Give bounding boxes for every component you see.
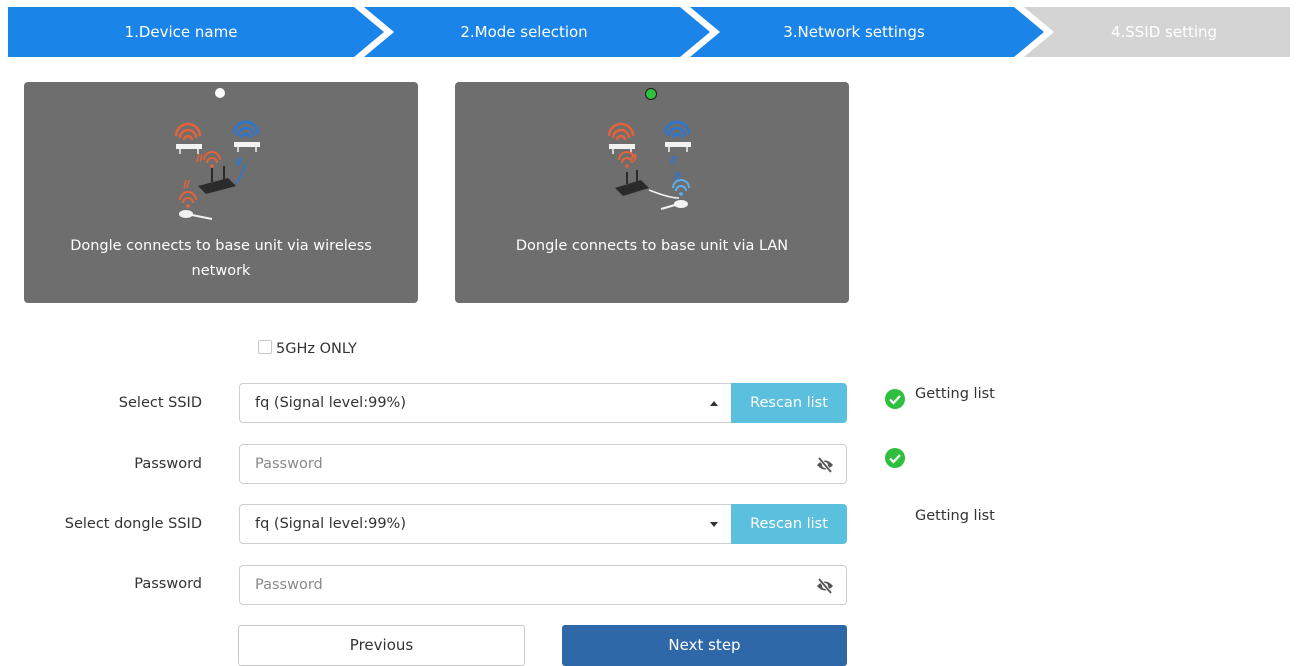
ssid-label: Select SSID	[118, 395, 202, 411]
ssid-status: Getting list	[915, 386, 995, 402]
previous-button[interactable]: Previous	[238, 625, 525, 666]
step-3-label[interactable]: 3.Network settings	[694, 7, 1014, 57]
check-circle-icon	[885, 389, 905, 409]
step-2-label[interactable]: 2.Mode selection	[364, 7, 684, 57]
five-ghz-label: 5GHz ONLY	[276, 341, 357, 357]
dongle-ssid-label: Select dongle SSID	[64, 516, 202, 532]
password-field[interactable]: Password	[239, 444, 847, 484]
step-1-label[interactable]: 1.Device name	[8, 7, 354, 57]
dongle-ssid-select[interactable]: fq (Signal level:99%) Rescan list	[239, 504, 847, 544]
wireless-network-illustration	[174, 120, 260, 220]
five-ghz-checkbox[interactable]	[258, 340, 272, 354]
caret-up-icon	[710, 401, 718, 406]
mode-caption-lan: Dongle connects to base unit via LAN	[515, 238, 789, 254]
password-placeholder: Password	[255, 456, 323, 472]
wizard-stepper: 1.Device name 2.Mode selection 3.Network…	[8, 7, 1290, 57]
ssid-select[interactable]: fq (Signal level:99%) Rescan list	[239, 383, 847, 423]
dongle-ssid-status: Getting list	[915, 508, 995, 524]
dongle-ssid-select-value: fq (Signal level:99%)	[255, 516, 406, 532]
caret-down-icon	[710, 522, 718, 527]
five-ghz-option[interactable]: 5GHz ONLY	[258, 340, 357, 357]
dongle-rescan-list-button[interactable]: Rescan list	[731, 504, 847, 544]
mode-caption-wireless: Dongle connects to base unit via wireles…	[70, 238, 372, 279]
mode-card-lan[interactable]: Dongle connects to base unit via LAN	[455, 82, 849, 303]
dongle-password-field[interactable]: Password	[239, 565, 847, 605]
eye-slash-icon[interactable]	[816, 456, 834, 474]
ssid-select-value: fq (Signal level:99%)	[255, 395, 406, 411]
check-circle-icon	[885, 448, 905, 468]
password-label: Password	[134, 456, 202, 472]
mode-radio-wireless[interactable]	[215, 88, 225, 98]
mode-radio-lan[interactable]	[645, 88, 657, 100]
eye-slash-icon[interactable]	[816, 577, 834, 595]
step-4-label: 4.SSID setting	[1110, 23, 1218, 41]
mode-card-wireless[interactable]: Dongle connects to base unit via wireles…	[24, 82, 418, 303]
dongle-password-label: Password	[134, 576, 202, 592]
dongle-password-placeholder: Password	[255, 577, 323, 593]
rescan-list-button[interactable]: Rescan list	[731, 383, 847, 423]
lan-network-illustration	[607, 120, 691, 210]
next-step-button[interactable]: Next step	[562, 625, 847, 666]
